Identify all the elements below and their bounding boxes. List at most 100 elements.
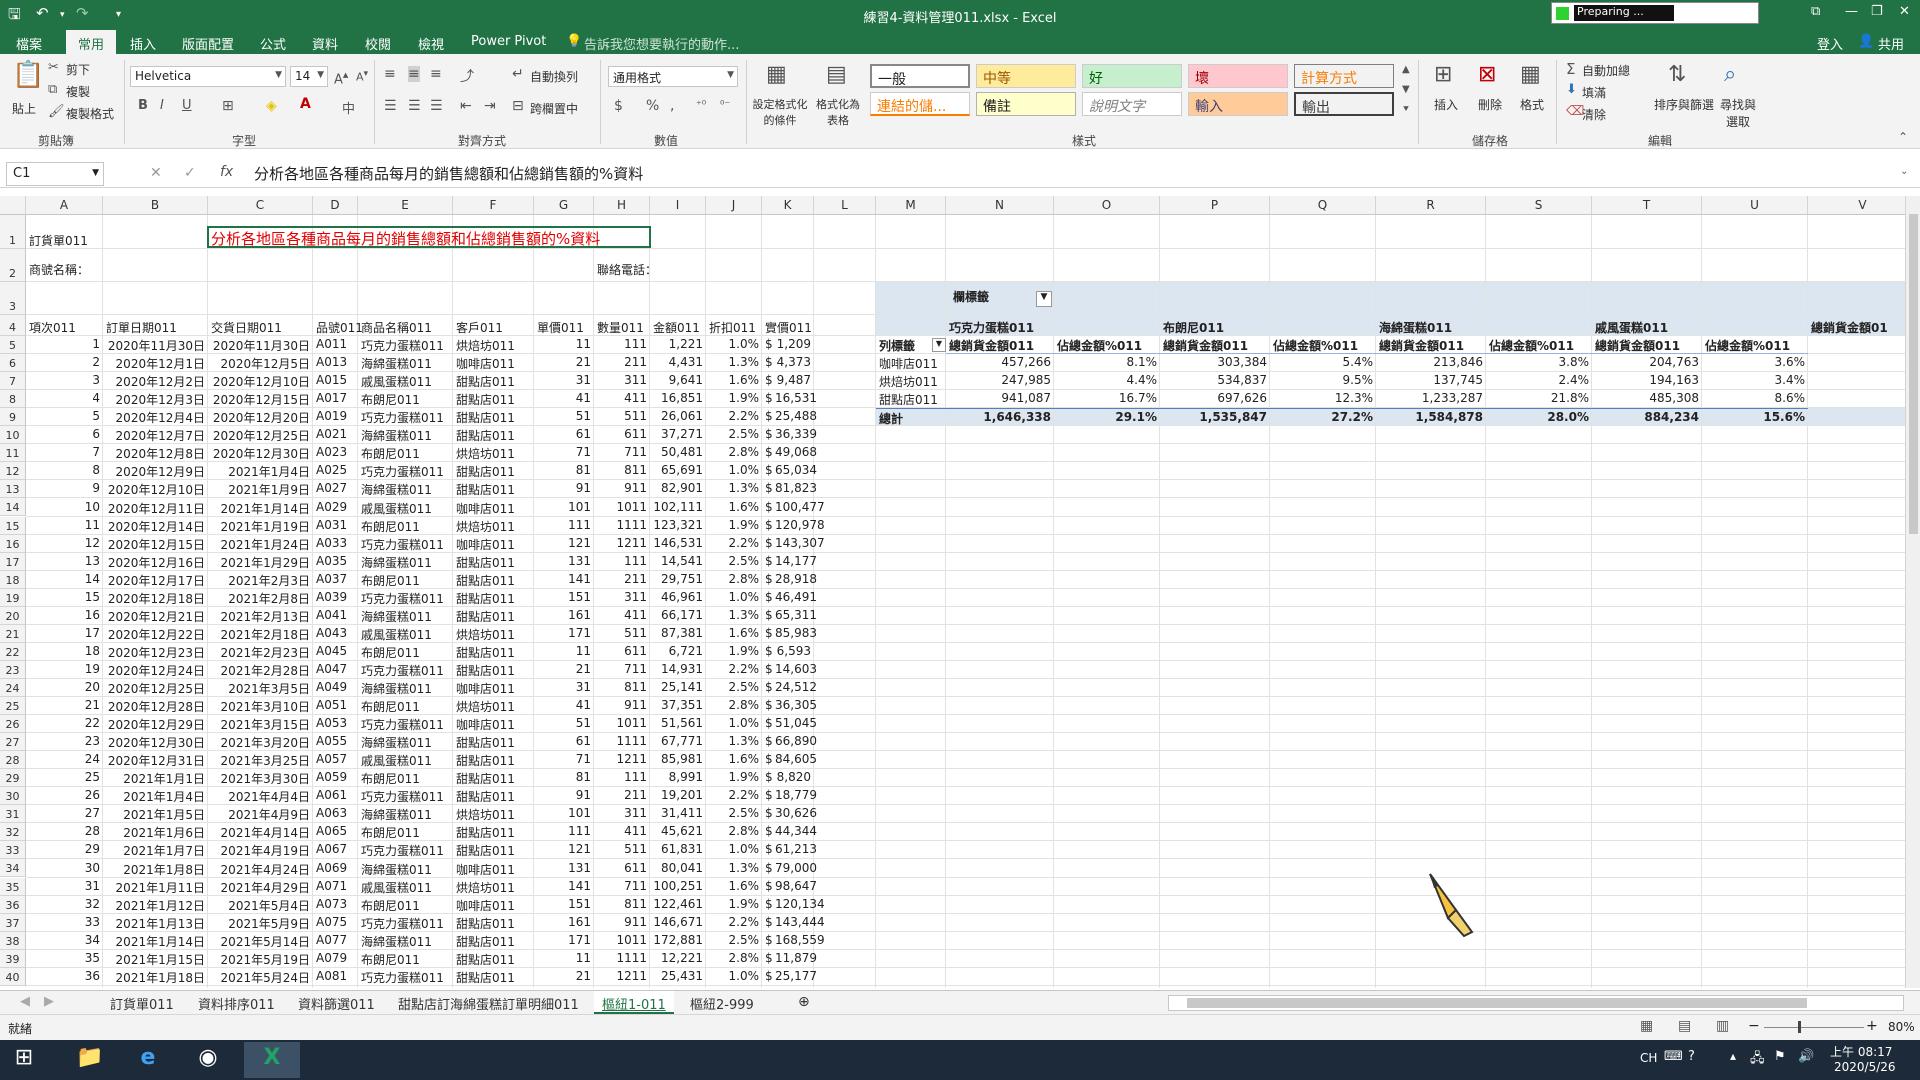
table-cell[interactable]: 84,605 [772,751,817,769]
row-header[interactable]: 35 [0,877,26,896]
table-cell[interactable]: A031 [313,517,358,535]
table-cell[interactable]: 8 [26,462,103,480]
table-cell[interactable]: 2020年12月1日 [103,354,208,372]
table-cell[interactable]: 30 [26,860,103,878]
pivot-sub-header[interactable]: 佔總金額%011 [1702,336,1808,355]
styles-scroll-down-icon[interactable]: ▼ [1402,84,1410,95]
table-cell[interactable]: 2020年11月30日 [208,336,313,354]
table-cell[interactable]: 2.5% [706,932,762,950]
table-cell[interactable]: 2020年12月22日 [103,625,208,643]
table-cell[interactable]: 911 [594,914,650,932]
excel-taskbar-icon[interactable]: X [244,1042,300,1078]
table-cell[interactable]: 海綿蛋糕011 [358,426,453,444]
table-cell[interactable]: 311 [594,372,650,390]
align-left-icon[interactable]: ☰ [384,98,397,114]
table-cell[interactable]: 25 [26,769,103,787]
enter-icon[interactable]: ✓ [184,165,196,181]
table-cell[interactable]: 2021年2月3日 [208,571,313,589]
table-cell[interactable]: 2020年12月30日 [208,444,313,462]
table-header-cell[interactable]: 實價011 [762,318,814,336]
table-cell[interactable]: 2021年1月13日 [103,914,208,932]
table-cell[interactable]: 1.6% [706,372,762,390]
table-cell[interactable]: 65,311 [772,607,817,625]
table-cell[interactable]: 戚風蛋糕011 [358,372,453,390]
table-cell[interactable]: 海綿蛋糕011 [358,733,453,751]
table-cell[interactable]: 31,411 [650,805,706,823]
table-cell[interactable]: 2021年3月15日 [208,715,313,733]
table-cell[interactable]: 102,111 [650,499,706,517]
align-right-icon[interactable]: ☰ [430,98,443,114]
internet-explorer-icon[interactable]: e [120,1042,176,1078]
table-cell[interactable]: 巧克力蛋糕011 [358,661,453,679]
table-cell[interactable]: 25,141 [650,679,706,697]
pivot-value-cell[interactable]: 204,763 [1592,354,1702,372]
table-cell[interactable]: 23 [26,733,103,751]
table-cell[interactable]: 2021年4月4日 [208,787,313,805]
page-break-view-icon[interactable]: ▥ [1716,1018,1729,1034]
table-cell[interactable]: 411 [594,390,650,408]
column-header-T[interactable]: T [1592,196,1702,215]
align-bottom-icon[interactable]: ≡ [430,66,442,82]
row-header[interactable]: 4 [0,315,26,336]
table-cell[interactable]: 121 [534,535,594,553]
column-header-D[interactable]: D [313,196,358,215]
align-top-icon[interactable]: ≡ [384,66,396,82]
table-cell[interactable]: 26,061 [650,408,706,426]
row-header[interactable]: 16 [0,534,26,553]
pivot-sub-header[interactable]: 佔總金額%011 [1486,336,1592,355]
row-header[interactable]: 10 [0,426,26,445]
table-cell[interactable]: 211 [594,571,650,589]
table-cell[interactable]: 2020年12月11日 [103,499,208,517]
horizontal-scroll-thumb[interactable] [1187,998,1807,1008]
table-cell[interactable]: 511 [594,408,650,426]
table-cell[interactable]: 91 [534,787,594,805]
table-cell[interactable]: 81,823 [772,480,817,498]
row-header[interactable]: 21 [0,624,26,643]
table-cell[interactable]: 2020年12月17日 [103,571,208,589]
table-cell[interactable]: 711 [594,661,650,679]
table-cell[interactable]: 81 [534,462,594,480]
table-cell[interactable]: 海綿蛋糕011 [358,679,453,697]
name-box[interactable]: C1 ▼ [6,162,104,186]
pivot-column-labels[interactable]: 欄標籤 [950,287,1010,305]
table-cell[interactable]: 甜點店011 [453,390,534,408]
table-cell[interactable]: 1.0% [706,841,762,859]
next-sheet-icon[interactable]: ▶ [44,994,54,1009]
table-cell[interactable]: 141 [534,571,594,589]
row-header[interactable]: 39 [0,949,26,968]
row-header[interactable]: 7 [0,372,26,391]
normal-view-icon[interactable]: ▦ [1640,1018,1653,1034]
decrease-font-icon[interactable]: A▾ [356,68,368,84]
table-cell[interactable]: 1211 [594,535,650,553]
table-cell[interactable]: 1.0% [706,715,762,733]
increase-indent-icon[interactable]: ⇥ [484,98,496,114]
clock-date[interactable]: 2020/5/26 [1834,1060,1896,1074]
table-cell[interactable]: 1111 [594,950,650,968]
table-cell[interactable]: 海綿蛋糕011 [358,932,453,950]
table-cell[interactable]: 111 [534,517,594,535]
table-cell[interactable]: 25,488 [772,408,817,426]
row-header[interactable]: 19 [0,588,26,607]
table-cell[interactable]: 2.5% [706,426,762,444]
table-cell[interactable]: 87,381 [650,625,706,643]
increase-decimal-icon[interactable]: ⁺⁰ [696,98,706,111]
decrease-indent-icon[interactable]: ⇤ [460,98,472,114]
table-cell[interactable]: 烘焙坊011 [453,697,534,715]
table-cell[interactable]: 1.6% [706,499,762,517]
table-cell[interactable]: 2021年2月13日 [208,607,313,625]
vertical-scroll-thumb[interactable] [1909,214,1918,534]
table-cell[interactable]: A015 [313,372,358,390]
table-cell[interactable]: 143,444 [772,914,825,932]
table-cell[interactable]: 2021年1月11日 [103,878,208,896]
pivot-total-cell[interactable]: 27.2% [1270,408,1376,426]
worksheet-grid[interactable]: ABCDEFGHIJKLMNOPQRSTUV 1 2 3 4 5 6 7 8 9 10 11 12 13… [0,196,1905,988]
row-header[interactable]: 14 [0,498,26,517]
pivot-value-cell[interactable]: 12.3% [1270,390,1376,408]
table-cell[interactable]: 布朗尼011 [358,517,453,535]
table-cell[interactable]: 24,512 [772,679,817,697]
tab-insert[interactable]: 插入 [130,34,156,53]
table-cell[interactable]: 布朗尼011 [358,823,453,841]
table-cell[interactable]: 甜點店011 [453,571,534,589]
pivot-value-cell[interactable]: 697,626 [1160,390,1270,408]
table-cell[interactable]: 14,603 [772,661,817,679]
